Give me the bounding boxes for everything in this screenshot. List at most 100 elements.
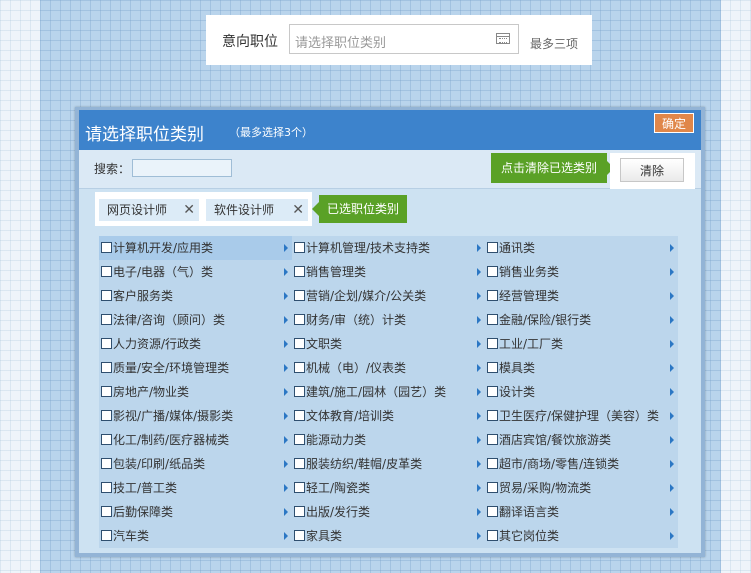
category-item[interactable]: 技工/普工类 — [99, 476, 292, 500]
clear-button[interactable]: 清除 — [620, 158, 684, 182]
category-item[interactable]: 金融/保险/银行类 — [485, 308, 678, 332]
category-checkbox[interactable] — [101, 458, 112, 469]
expand-arrow-icon[interactable] — [284, 292, 288, 300]
category-item[interactable]: 机械（电）/仪表类 — [292, 356, 485, 380]
category-item[interactable]: 营销/企划/媒介/公关类 — [292, 284, 485, 308]
remove-icon[interactable]: ✕ — [183, 199, 195, 221]
expand-arrow-icon[interactable] — [477, 484, 481, 492]
search-input[interactable] — [132, 159, 232, 177]
category-item[interactable]: 服装纺织/鞋帽/皮革类 — [292, 452, 485, 476]
category-item[interactable]: 法律/咨询（顾问）类 — [99, 308, 292, 332]
category-item[interactable]: 家具类 — [292, 524, 485, 548]
category-checkbox[interactable] — [487, 266, 498, 277]
category-item[interactable]: 模具类 — [485, 356, 678, 380]
category-checkbox[interactable] — [294, 338, 305, 349]
expand-arrow-icon[interactable] — [670, 388, 674, 396]
expand-arrow-icon[interactable] — [670, 316, 674, 324]
expand-arrow-icon[interactable] — [284, 268, 288, 276]
expand-arrow-icon[interactable] — [284, 460, 288, 468]
category-item[interactable]: 计算机开发/应用类 — [99, 236, 292, 260]
expand-arrow-icon[interactable] — [670, 508, 674, 516]
expand-arrow-icon[interactable] — [284, 364, 288, 372]
expand-arrow-icon[interactable] — [477, 388, 481, 396]
expand-arrow-icon[interactable] — [670, 244, 674, 252]
expand-arrow-icon[interactable] — [477, 412, 481, 420]
category-item[interactable]: 文职类 — [292, 332, 485, 356]
category-checkbox[interactable] — [294, 290, 305, 301]
category-checkbox[interactable] — [294, 242, 305, 253]
category-checkbox[interactable] — [101, 314, 112, 325]
category-item[interactable]: 后勤保障类 — [99, 500, 292, 524]
category-item[interactable]: 房地产/物业类 — [99, 380, 292, 404]
category-item[interactable]: 质量/安全/环境管理类 — [99, 356, 292, 380]
category-checkbox[interactable] — [487, 482, 498, 493]
category-item[interactable]: 建筑/施工/园林（园艺）类 — [292, 380, 485, 404]
expand-arrow-icon[interactable] — [477, 292, 481, 300]
expand-arrow-icon[interactable] — [284, 316, 288, 324]
category-checkbox[interactable] — [101, 362, 112, 373]
category-checkbox[interactable] — [294, 506, 305, 517]
category-item[interactable]: 酒店宾馆/餐饮旅游类 — [485, 428, 678, 452]
category-checkbox[interactable] — [101, 386, 112, 397]
category-item[interactable]: 汽车类 — [99, 524, 292, 548]
expand-arrow-icon[interactable] — [284, 340, 288, 348]
category-checkbox[interactable] — [101, 266, 112, 277]
category-item[interactable]: 化工/制药/医疗器械类 — [99, 428, 292, 452]
category-item[interactable]: 电子/电器（气）类 — [99, 260, 292, 284]
expand-arrow-icon[interactable] — [670, 460, 674, 468]
category-checkbox[interactable] — [101, 482, 112, 493]
category-item[interactable]: 工业/工厂类 — [485, 332, 678, 356]
category-checkbox[interactable] — [487, 434, 498, 445]
picker-icon[interactable] — [496, 33, 510, 44]
category-item[interactable]: 计算机管理/技术支持类 — [292, 236, 485, 260]
expand-arrow-icon[interactable] — [670, 532, 674, 540]
category-checkbox[interactable] — [101, 434, 112, 445]
category-checkbox[interactable] — [487, 458, 498, 469]
category-checkbox[interactable] — [487, 506, 498, 517]
category-item[interactable]: 能源动力类 — [292, 428, 485, 452]
category-item[interactable]: 出版/发行类 — [292, 500, 485, 524]
category-checkbox[interactable] — [294, 266, 305, 277]
category-checkbox[interactable] — [487, 290, 498, 301]
category-checkbox[interactable] — [294, 386, 305, 397]
expand-arrow-icon[interactable] — [477, 316, 481, 324]
confirm-button[interactable]: 确定 — [654, 113, 694, 133]
expand-arrow-icon[interactable] — [477, 244, 481, 252]
category-item[interactable]: 其它岗位类 — [485, 524, 678, 548]
category-item[interactable]: 财务/审（统）计类 — [292, 308, 485, 332]
category-checkbox[interactable] — [101, 290, 112, 301]
intent-position-input[interactable]: 请选择职位类别 — [289, 24, 519, 54]
expand-arrow-icon[interactable] — [670, 364, 674, 372]
category-item[interactable]: 设计类 — [485, 380, 678, 404]
expand-arrow-icon[interactable] — [284, 484, 288, 492]
remove-icon[interactable]: ✕ — [292, 199, 304, 221]
expand-arrow-icon[interactable] — [284, 508, 288, 516]
category-item[interactable]: 经营管理类 — [485, 284, 678, 308]
category-checkbox[interactable] — [101, 338, 112, 349]
category-item[interactable]: 人力资源/行政类 — [99, 332, 292, 356]
category-checkbox[interactable] — [487, 362, 498, 373]
category-checkbox[interactable] — [101, 530, 112, 541]
category-item[interactable]: 影视/广播/媒体/摄影类 — [99, 404, 292, 428]
category-checkbox[interactable] — [294, 362, 305, 373]
expand-arrow-icon[interactable] — [477, 532, 481, 540]
category-checkbox[interactable] — [294, 530, 305, 541]
expand-arrow-icon[interactable] — [477, 340, 481, 348]
category-checkbox[interactable] — [101, 410, 112, 421]
category-checkbox[interactable] — [487, 410, 498, 421]
category-item[interactable]: 通讯类 — [485, 236, 678, 260]
category-checkbox[interactable] — [101, 506, 112, 517]
expand-arrow-icon[interactable] — [670, 340, 674, 348]
category-item[interactable]: 包装/印刷/纸品类 — [99, 452, 292, 476]
expand-arrow-icon[interactable] — [477, 268, 481, 276]
category-checkbox[interactable] — [487, 530, 498, 541]
category-checkbox[interactable] — [487, 314, 498, 325]
expand-arrow-icon[interactable] — [284, 436, 288, 444]
category-item[interactable]: 超市/商场/零售/连锁类 — [485, 452, 678, 476]
category-checkbox[interactable] — [294, 314, 305, 325]
expand-arrow-icon[interactable] — [670, 484, 674, 492]
category-item[interactable]: 贸易/采购/物流类 — [485, 476, 678, 500]
expand-arrow-icon[interactable] — [284, 244, 288, 252]
category-item[interactable]: 轻工/陶瓷类 — [292, 476, 485, 500]
expand-arrow-icon[interactable] — [670, 268, 674, 276]
